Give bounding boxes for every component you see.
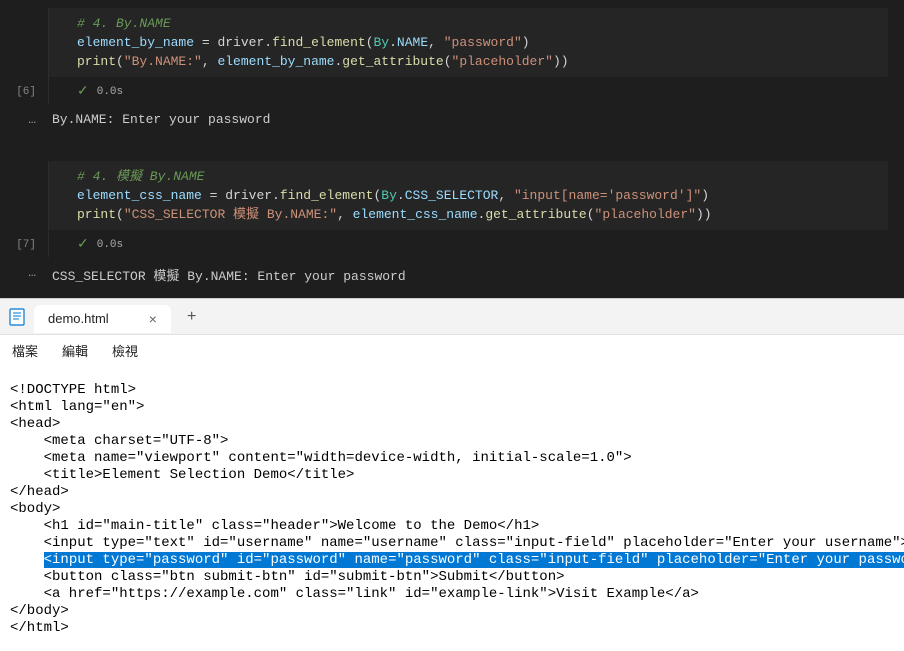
file-line: <h1 id="main-title" class="header">Welco… — [10, 518, 894, 535]
menu-edit[interactable]: 編輯 — [62, 341, 88, 360]
close-icon[interactable]: × — [149, 311, 157, 327]
menu-file[interactable]: 檔案 — [12, 341, 38, 360]
menu-bar: 檔案 編輯 檢視 — [0, 335, 904, 368]
code-line: element_by_name = driver.find_element(By… — [77, 33, 872, 52]
cell-gutter: [7] — [0, 161, 48, 257]
code-line: print("CSS_SELECTOR 模擬 By.NAME:", elemen… — [77, 205, 872, 224]
file-line: <meta name="viewport" content="width=dev… — [10, 450, 894, 467]
file-line: <a href="https://example.com" class="lin… — [10, 586, 894, 603]
file-line: </html> — [10, 620, 894, 637]
output-text: By.NAME: Enter your password — [48, 112, 904, 127]
file-line: <meta charset="UTF-8"> — [10, 433, 894, 450]
output-gutter: … — [0, 265, 48, 284]
check-icon: ✓ — [77, 83, 89, 100]
code-comment: # 4. By.NAME — [77, 16, 171, 31]
cell-body: # 4. By.NAME element_by_name = driver.fi… — [48, 8, 904, 104]
code-block[interactable]: # 4. By.NAME element_by_name = driver.fi… — [49, 8, 888, 77]
exec-time: 0.0s — [97, 239, 123, 251]
cell-output: … By.NAME: Enter your password — [0, 104, 904, 137]
code-block[interactable]: # 4. 模擬 By.NAME element_css_name = drive… — [49, 161, 888, 230]
check-icon: ✓ — [77, 236, 89, 253]
code-cell[interactable]: [6] # 4. By.NAME element_by_name = drive… — [0, 0, 904, 104]
exec-time: 0.0s — [97, 86, 123, 98]
code-line: element_css_name = driver.find_element(B… — [77, 186, 872, 205]
file-tab[interactable]: demo.html × — [34, 305, 171, 333]
execution-status: ✓ 0.0s — [49, 77, 904, 104]
notepad-icon — [0, 308, 34, 326]
file-line: <html lang="en"> — [10, 399, 894, 416]
menu-view[interactable]: 檢視 — [112, 341, 138, 360]
cell-number: [7] — [16, 239, 36, 251]
file-line: </body> — [10, 603, 894, 620]
file-content[interactable]: <!DOCTYPE html><html lang="en"><head> <m… — [0, 368, 904, 651]
code-comment: # 4. 模擬 By.NAME — [77, 169, 204, 184]
file-line-highlighted: <input type="password" id="password" nam… — [10, 552, 894, 569]
file-line: <!DOCTYPE html> — [10, 382, 894, 399]
file-line: <button class="btn submit-btn" id="submi… — [10, 569, 894, 586]
file-line: <input type="text" id="username" name="u… — [10, 535, 894, 552]
cell-body: # 4. 模擬 By.NAME element_css_name = drive… — [48, 161, 904, 257]
file-line: <body> — [10, 501, 894, 518]
selected-text: <input type="password" id="password" nam… — [44, 552, 904, 568]
file-line: </head> — [10, 484, 894, 501]
file-line: <title>Element Selection Demo</title> — [10, 467, 894, 484]
output-text: CSS_SELECTOR 模擬 By.NAME: Enter your pass… — [48, 265, 904, 284]
text-editor-window: demo.html × + 檔案 編輯 檢視 <!DOCTYPE html><h… — [0, 298, 904, 651]
code-line: print("By.NAME:", element_by_name.get_at… — [77, 52, 872, 71]
cell-gutter: [6] — [0, 8, 48, 104]
tab-bar: demo.html × + — [0, 299, 904, 335]
notebook-panel: [6] # 4. By.NAME element_by_name = drive… — [0, 0, 904, 298]
cell-number: [6] — [16, 86, 36, 98]
output-gutter: … — [0, 112, 48, 127]
cell-output: … CSS_SELECTOR 模擬 By.NAME: Enter your pa… — [0, 257, 904, 298]
new-tab-button[interactable]: + — [187, 308, 197, 326]
tab-label: demo.html — [48, 311, 109, 326]
execution-status: ✓ 0.0s — [49, 230, 904, 257]
code-cell[interactable]: [7] # 4. 模擬 By.NAME element_css_name = d… — [0, 153, 904, 257]
file-line: <head> — [10, 416, 894, 433]
